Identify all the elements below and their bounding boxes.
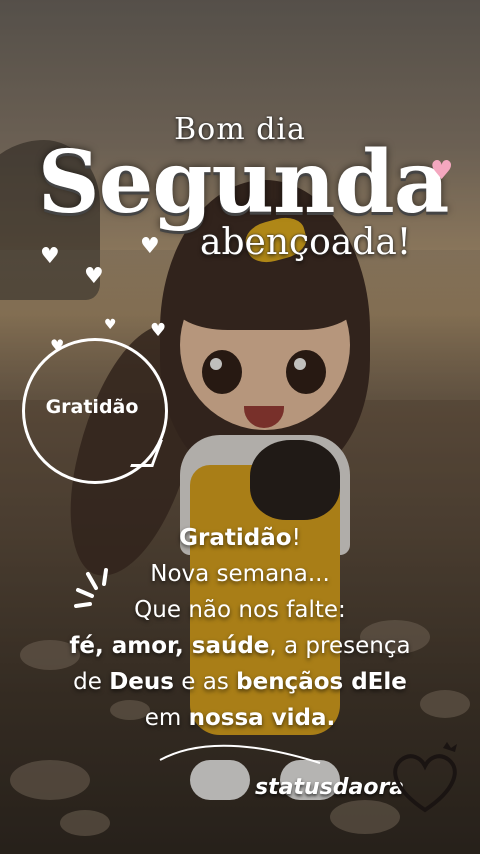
title-weekday: Segunda — [37, 132, 450, 233]
heart-icon: ♥ — [140, 234, 160, 259]
heart-logo-icon — [393, 742, 457, 813]
message-line: Gratidão! — [0, 520, 480, 556]
message-text: ! — [291, 525, 301, 551]
heart-icon: ♥ — [150, 320, 167, 341]
heart-icon: ♥ — [430, 156, 454, 186]
message-bold: Deus — [109, 669, 174, 695]
message-line: em nossa vida. — [0, 700, 480, 736]
message-line: de Deus e as bençãos dEle — [0, 664, 480, 700]
message-line: Nova semana... — [150, 561, 330, 587]
message-text: de — [73, 669, 110, 695]
heart-icon: ♥ — [40, 244, 60, 269]
title-blessed: abençoada! — [200, 222, 412, 263]
message-text: e as — [173, 669, 237, 695]
message-bold: bençãos dEle — [236, 669, 407, 695]
message-line: fé, amor, saúde, a presença — [0, 628, 480, 664]
swoosh-line — [159, 744, 321, 764]
heart-icon: ♥ — [104, 317, 117, 333]
brand-watermark: statusdaora — [255, 775, 405, 800]
gratitude-label: Gratidão — [45, 396, 139, 418]
message-line: Que não nos falte: — [134, 597, 346, 623]
message-block: Gratidão! Nova semana... Que não nos fal… — [0, 520, 480, 736]
message-bold: nossa vida. — [188, 705, 336, 731]
message-bold: fé, amor, saúde — [69, 633, 270, 659]
message-text: , a presença — [269, 633, 411, 659]
message-bold: Gratidão — [179, 525, 292, 551]
message-text: em — [144, 705, 189, 731]
heart-icon: ♥ — [84, 264, 104, 289]
